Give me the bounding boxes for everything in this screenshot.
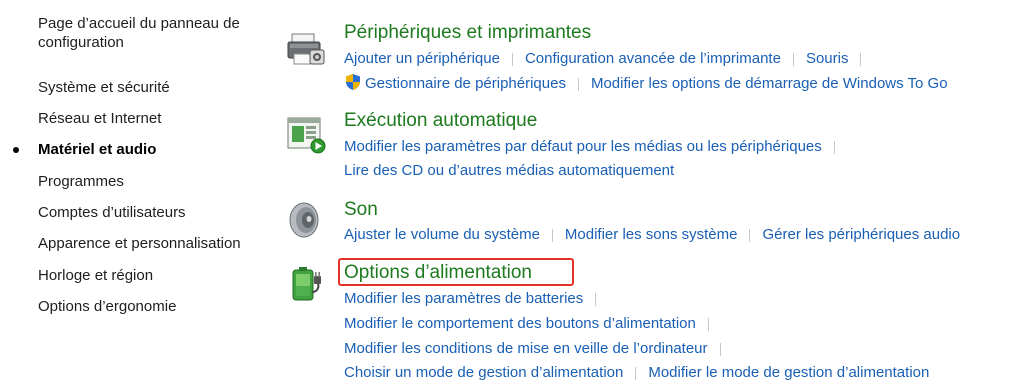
- separator: [792, 52, 794, 66]
- separator: [551, 228, 553, 242]
- choose-power-plan-link[interactable]: Choisir un mode de gestion d’alimentatio…: [344, 364, 623, 381]
- active-bullet-icon: [13, 147, 19, 153]
- sidebar-item-programs[interactable]: Programmes: [38, 172, 124, 191]
- sidebar-item-hardware-sound[interactable]: Matériel et audio: [38, 140, 156, 159]
- change-system-sounds-link[interactable]: Modifier les sons système: [565, 226, 738, 243]
- sidebar-item-user-accounts[interactable]: Comptes d’utilisateurs: [38, 203, 186, 222]
- section-title-devices-printers[interactable]: Périphériques et imprimantes: [344, 21, 591, 45]
- play-cds-automatically-link[interactable]: Lire des CD ou d’autres médias automatiq…: [344, 162, 674, 179]
- separator: [635, 366, 637, 380]
- edit-power-plan-link[interactable]: Modifier le mode de gestion d’alimentati…: [648, 364, 929, 381]
- separator: [577, 77, 579, 91]
- section-title-power-options[interactable]: Options d’alimentation: [344, 261, 532, 285]
- sleep-settings-link[interactable]: Modifier les conditions de mise en veill…: [344, 340, 708, 357]
- separator: [511, 52, 513, 66]
- power-links-row-3: Modifier les conditions de mise en veill…: [344, 339, 721, 359]
- sidebar-item-clock-region[interactable]: Horloge et région: [38, 266, 153, 285]
- separator: [595, 292, 597, 306]
- change-autoplay-defaults-link[interactable]: Modifier les paramètres par défaut pour …: [344, 138, 822, 155]
- adjust-volume-link[interactable]: Ajuster le volume du système: [344, 226, 540, 243]
- device-manager-link[interactable]: Gestionnaire de périphériques: [365, 75, 566, 92]
- power-buttons-behavior-link[interactable]: Modifier le comportement des boutons d’a…: [344, 315, 696, 332]
- separator: [707, 317, 709, 331]
- power-links-row-2: Modifier le comportement des boutons d’a…: [344, 314, 709, 334]
- separator: [860, 52, 862, 66]
- sidebar-item-system-security[interactable]: Système et sécurité: [38, 78, 170, 97]
- sidebar-item-control-panel-home[interactable]: Page d’accueil du panneau de configurati…: [38, 14, 258, 52]
- printer-icon[interactable]: [284, 28, 328, 72]
- power-battery-icon[interactable]: [284, 262, 328, 306]
- uac-shield-icon: [346, 74, 360, 90]
- autoplay-icon[interactable]: [284, 114, 328, 158]
- sidebar-item-network-internet[interactable]: Réseau et Internet: [38, 109, 161, 128]
- separator: [749, 228, 751, 242]
- sidebar-item-appearance[interactable]: Apparence et personnalisation: [38, 234, 241, 253]
- windows-to-go-startup-link[interactable]: Modifier les options de démarrage de Win…: [591, 75, 948, 92]
- section-title-sound[interactable]: Son: [344, 198, 378, 222]
- autoplay-links-row-1: Modifier les paramètres par défaut pour …: [344, 137, 835, 157]
- battery-settings-link[interactable]: Modifier les paramètres de batteries: [344, 290, 583, 307]
- sidebar: Page d’accueil du panneau de configurati…: [0, 0, 270, 390]
- manage-audio-devices-link[interactable]: Gérer les périphériques audio: [762, 226, 960, 243]
- advanced-printer-setup-link[interactable]: Configuration avancée de l’imprimante: [525, 50, 781, 67]
- autoplay-links-row-2: Lire des CD ou d’autres médias automatiq…: [344, 161, 674, 181]
- speaker-icon[interactable]: [284, 198, 328, 242]
- add-device-link[interactable]: Ajouter un périphérique: [344, 50, 500, 67]
- sound-links-row-1: Ajuster le volume du système Modifier les…: [344, 225, 960, 245]
- devices-links-row-2: Gestionnaire de périphériques Modifier le…: [344, 73, 948, 94]
- separator: [833, 140, 835, 154]
- devices-links-row-1: Ajouter un périphérique Configuration ava…: [344, 49, 862, 69]
- power-links-row-4: Choisir un mode de gestion d’alimentatio…: [344, 363, 929, 383]
- section-title-autoplay[interactable]: Exécution automatique: [344, 109, 537, 133]
- sidebar-item-ease-of-access[interactable]: Options d’ergonomie: [38, 297, 176, 316]
- mouse-link[interactable]: Souris: [806, 50, 849, 67]
- separator: [719, 342, 721, 356]
- power-links-row-1: Modifier les paramètres de batteries: [344, 289, 597, 309]
